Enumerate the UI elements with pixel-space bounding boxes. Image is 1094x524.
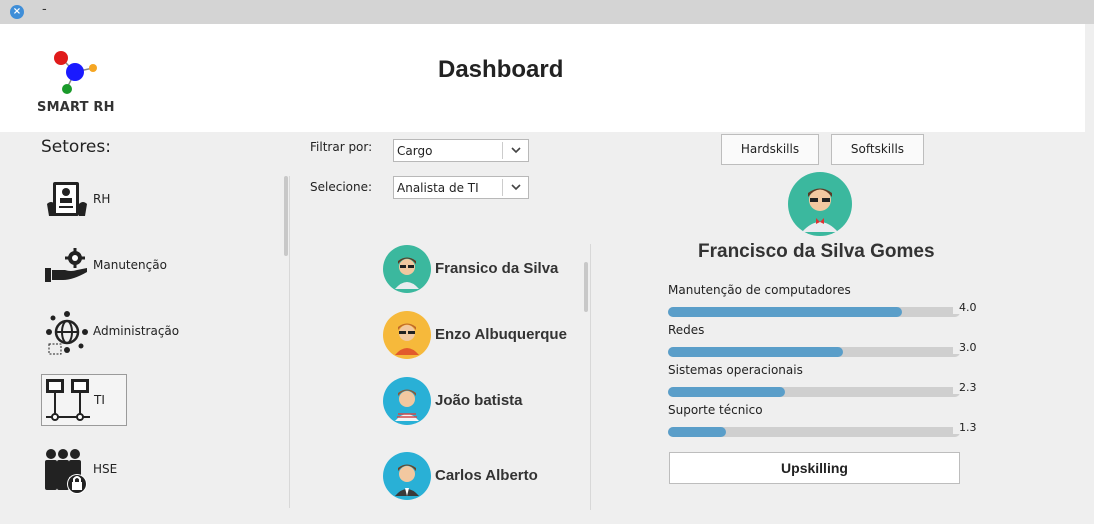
skill-value: 2.3 (953, 381, 977, 394)
employee-list-item[interactable]: Carlos Alberto (383, 452, 583, 502)
skill-progress-fill (668, 427, 727, 437)
employee-list-item[interactable]: João batista (383, 377, 583, 427)
window-titlebar: × - (0, 0, 1094, 24)
sidebar-item-label: HSE (93, 462, 118, 476)
chevron-down-icon (511, 184, 521, 191)
skill-label: Sistemas operacionais (668, 363, 803, 377)
upskilling-button[interactable]: Upskilling (669, 452, 960, 484)
divider (502, 179, 503, 196)
sidebar-item-label: RH (93, 192, 111, 206)
skill-row: Redes 3.0 (668, 323, 978, 363)
skill-value: 4.0 (953, 301, 977, 314)
close-icon[interactable]: × (10, 5, 24, 19)
skill-progress-fill (668, 307, 902, 317)
people-lock-icon (45, 449, 87, 494)
sidebar-item-label: Administração (93, 324, 180, 338)
sidebar-item-label: Manutenção (93, 258, 167, 272)
divider (289, 176, 290, 508)
filter-label: Filtrar por: (310, 140, 373, 154)
skill-label: Redes (668, 323, 705, 337)
employee-name: Enzo Albuquerque (435, 326, 567, 343)
employee-name: João batista (435, 392, 523, 409)
employee-list-item[interactable]: Fransico da Silva (383, 245, 583, 295)
skill-progress-bar (668, 387, 960, 397)
divider (590, 244, 591, 510)
profile-name: Francisco da Silva Gomes (698, 241, 935, 262)
sidebar-scrollbar[interactable] (284, 176, 288, 256)
skill-progress-bar (668, 427, 960, 437)
sidebar-item-administracao[interactable]: Administração (41, 306, 179, 358)
id-badge-icon (47, 182, 87, 216)
sidebar-item-manutencao[interactable]: Manutenção (41, 240, 167, 292)
minimize-button[interactable]: - (42, 2, 47, 17)
skill-row: Sistemas operacionais 2.3 (668, 363, 978, 403)
filter-dropdown[interactable]: Cargo (393, 139, 529, 162)
globe-network-icon (46, 311, 88, 355)
sidebar-item-rh[interactable]: RH (41, 174, 127, 226)
sidebar-item-label: TI (94, 393, 105, 407)
employee-list-item[interactable]: Enzo Albuquerque (383, 311, 583, 361)
profile-avatar (788, 172, 852, 236)
logo-text: SMART RH (37, 100, 115, 115)
skill-progress-bar (668, 307, 960, 317)
select-label: Selecione: (310, 180, 373, 194)
page-title: Dashboard (438, 56, 564, 83)
sidebar-item-hse[interactable]: HSE (41, 444, 127, 496)
hand-gear-icon (45, 248, 87, 282)
skill-progress-bar (668, 347, 960, 357)
filter-value: Cargo (397, 144, 433, 158)
computer-network-icon (46, 379, 90, 421)
avatar (383, 311, 431, 359)
skill-row: Suporte técnico 1.3 (668, 403, 978, 443)
skill-label: Manutenção de computadores (668, 283, 851, 297)
tab-hardskills[interactable]: Hardskills (721, 134, 819, 165)
tab-softskills[interactable]: Softskills (831, 134, 924, 165)
employee-list-scrollbar[interactable] (584, 262, 588, 312)
skill-value: 3.0 (953, 341, 977, 354)
avatar (383, 377, 431, 425)
employee-name: Carlos Alberto (435, 467, 538, 484)
skill-progress-fill (668, 387, 785, 397)
skill-value: 1.3 (953, 421, 977, 434)
skill-row: Manutenção de computadores 4.0 (668, 283, 978, 323)
skill-label: Suporte técnico (668, 403, 763, 417)
role-value: Analista de TI (397, 181, 479, 195)
sidebar-item-ti[interactable]: TI (41, 374, 127, 426)
sectors-heading: Setores: (41, 137, 111, 157)
role-dropdown[interactable]: Analista de TI (393, 176, 529, 199)
chevron-down-icon (511, 147, 521, 154)
employee-name: Fransico da Silva (435, 260, 559, 277)
divider (502, 142, 503, 159)
avatar (383, 452, 431, 500)
avatar (383, 245, 431, 293)
skill-progress-fill (668, 347, 844, 357)
